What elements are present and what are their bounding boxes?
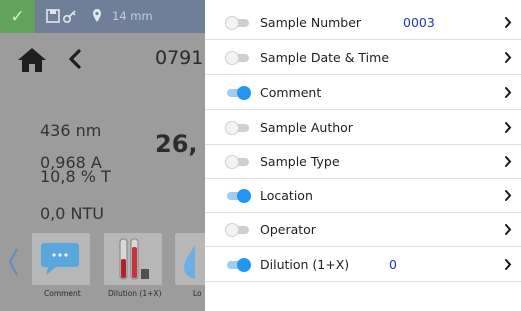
sample-settings-panel: Sample Number 0003 Sample Date & Time Comme… [205, 0, 521, 311]
status-text: 14 mm [112, 9, 153, 23]
toggle-knob [225, 51, 239, 65]
key-icon [62, 10, 76, 24]
settings-row-label: Comment [260, 85, 322, 100]
settings-row[interactable]: Operator [205, 213, 521, 247]
transmittance-text: 10,8 % T [40, 167, 111, 186]
settings-row-label: Location [260, 188, 313, 203]
settings-row[interactable]: Sample Number 0003 [205, 6, 521, 40]
drop-icon [184, 245, 195, 278]
toggle-switch[interactable] [225, 86, 251, 100]
chevron-right-icon[interactable] [504, 189, 512, 202]
toggle-switch[interactable] [225, 121, 251, 135]
location-tool-button[interactable] [175, 233, 205, 285]
toggle-switch[interactable] [225, 155, 251, 169]
dilution-tool-button[interactable] [104, 233, 162, 285]
location-tool-label: Lo [193, 289, 202, 298]
settings-row-value: 0003 [403, 15, 435, 30]
toggle-switch[interactable] [225, 258, 251, 272]
main-reading: 26, [155, 130, 198, 158]
turbidity-text: 0,0 NTU [40, 204, 104, 223]
wavelength-text: 436 nm [40, 121, 102, 140]
settings-row-label: Sample Author [260, 120, 353, 135]
save-icon [46, 9, 60, 23]
settings-row[interactable]: Sample Date & Time [205, 41, 521, 75]
measurement-screen: ✓ 14 mm 0791 436 nm 0,968 A 10,8 % T 26,… [0, 0, 205, 311]
comment-tool-label: Comment [44, 289, 81, 298]
home-icon[interactable] [17, 47, 47, 73]
toggle-switch[interactable] [225, 223, 251, 237]
toggle-knob [225, 121, 239, 135]
settings-row[interactable]: Comment [205, 76, 521, 110]
location-pin-icon [93, 9, 101, 22]
settings-row[interactable]: Dilution (1+X) 0 [205, 248, 521, 282]
settings-row[interactable]: Location [205, 179, 521, 213]
toggle-switch[interactable] [225, 16, 251, 30]
chevron-right-icon[interactable] [504, 223, 512, 236]
settings-row[interactable]: Sample Type [205, 145, 521, 179]
settings-row-label: Sample Date & Time [260, 50, 390, 65]
toggle-knob [237, 86, 251, 100]
toggle-switch[interactable] [225, 51, 251, 65]
chevron-right-icon[interactable] [504, 121, 512, 134]
status-bar: ✓ 14 mm [0, 0, 205, 33]
test-tubes-icon [119, 238, 149, 280]
toggle-knob [225, 155, 239, 169]
back-chevron-icon[interactable] [66, 48, 84, 70]
settings-row-label: Sample Type [260, 154, 340, 169]
chevron-right-icon[interactable] [504, 155, 512, 168]
chevron-right-icon[interactable] [504, 16, 512, 29]
settings-row[interactable]: Sample Author [205, 111, 521, 145]
comment-tool-button[interactable] [32, 233, 90, 285]
settings-row-value: 0 [389, 257, 397, 272]
settings-row-label: Dilution (1+X) [260, 257, 350, 272]
chevron-right-icon[interactable] [504, 258, 512, 271]
toggle-knob [225, 223, 239, 237]
toggle-knob [225, 16, 239, 30]
comment-icon [41, 243, 79, 275]
toggle-knob [237, 189, 251, 203]
chevron-right-icon[interactable] [504, 86, 512, 99]
settings-row-label: Operator [260, 222, 316, 237]
toggle-switch[interactable] [225, 189, 251, 203]
chevron-right-icon[interactable] [504, 51, 512, 64]
sample-id: 0791 [155, 47, 204, 69]
check-icon: ✓ [0, 0, 35, 33]
settings-row-label: Sample Number [260, 15, 362, 30]
toggle-knob [237, 258, 251, 272]
dilution-tool-label: Dilution (1+X) [108, 289, 162, 298]
scroll-left-icon[interactable] [7, 247, 19, 277]
